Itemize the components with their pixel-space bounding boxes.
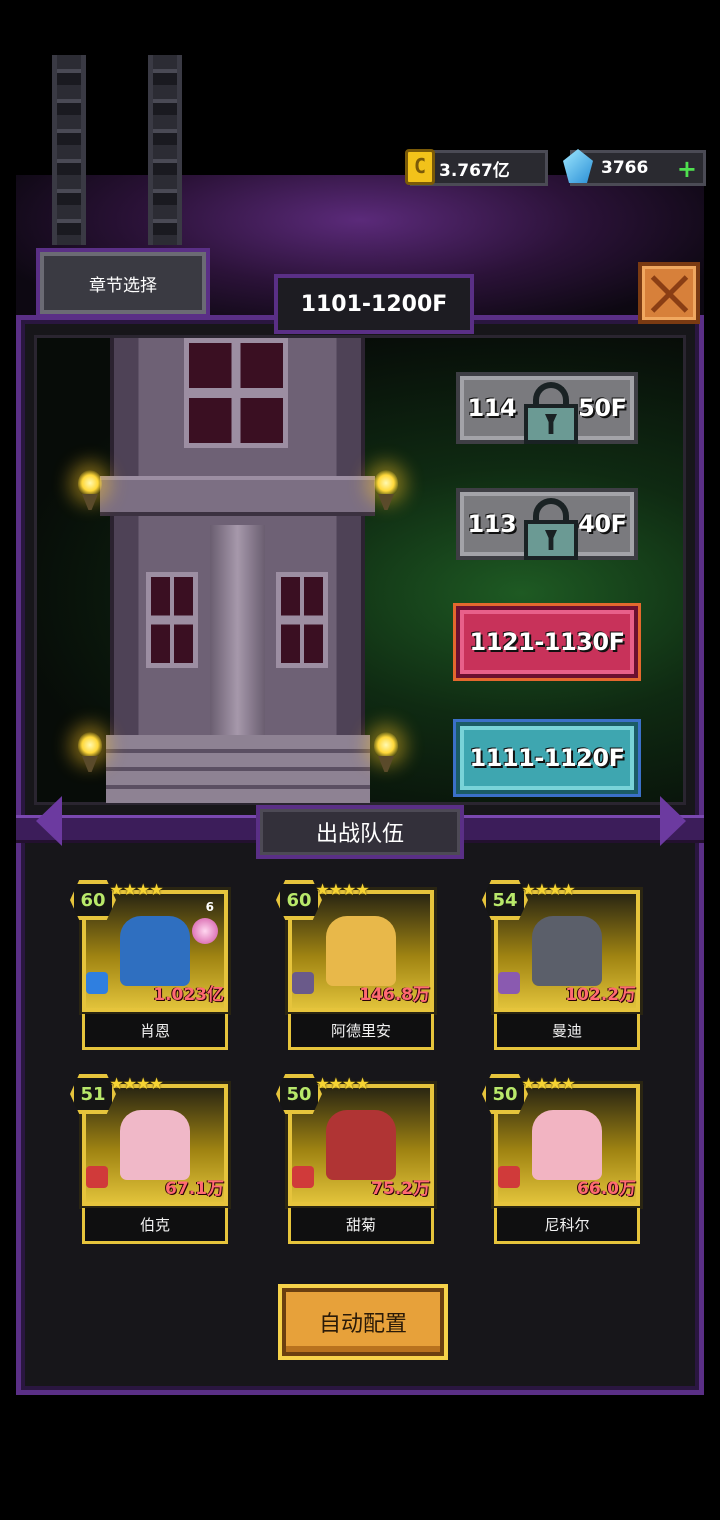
torch-icon [72,470,108,510]
hero-level: 50 [276,1074,322,1114]
hero-name: 甜菊 [288,1208,434,1244]
torch-icon [368,732,404,772]
tower-ledge [100,476,375,516]
hero-level: 54 [482,880,528,920]
tower-pillar [210,525,265,735]
lock-icon [524,498,578,560]
plus-icon[interactable]: + [677,155,697,183]
heart-icon [498,1166,520,1188]
sword-icon [498,972,520,994]
chain-left [52,55,86,245]
lock-icon [524,382,578,444]
floor-button-locked-1141[interactable]: 114 50F [456,372,638,444]
hero-power: 75.2万 [371,1179,430,1199]
hero-power: 102.2万 [565,985,636,1005]
gold-value: 3.767亿 [439,160,510,181]
hero-sprite [532,916,602,986]
hero-card[interactable]: ★★★★★ 60 146.8万 阿德里安 [276,878,434,1053]
close-icon[interactable] [638,262,700,324]
hero-card[interactable]: ★★★★★ 60 6 1.023亿 肖恩 [70,878,228,1053]
heart-icon [292,1166,314,1188]
team-title: 出战队伍 [256,805,464,859]
hero-name: 伯克 [82,1208,228,1244]
hero-level: 60 [70,880,116,920]
lightning-icon [86,972,108,994]
hero-sprite [326,1110,396,1180]
auto-config-button[interactable]: 自动配置 [282,1288,444,1356]
floor-label: 1111-1120F [469,744,625,772]
gold-counter: 3.767亿 [405,149,548,186]
hero-sprite [120,1110,190,1180]
hero-name: 尼科尔 [494,1208,640,1244]
floor-prefix: 114 [467,394,517,422]
floor-button-locked-1131[interactable]: 113 40F [456,488,638,560]
hero-level: 51 [70,1074,116,1114]
torch-icon [368,470,404,510]
hero-power: 1.023亿 [153,985,224,1005]
chain-right [148,55,182,245]
floor-button-cleared[interactable]: 1111-1120F [456,722,638,794]
gold-coin-icon [405,149,435,185]
hero-name: 阿德里安 [288,1014,434,1050]
floor-range-title: 1101-1200F [274,274,474,334]
floor-label: 1121-1130F [469,628,625,656]
badge-count: 6 [205,900,214,914]
hero-power: 66.0万 [577,1179,636,1199]
hero-name: 曼迪 [494,1014,640,1050]
floor-suffix: 40F [578,510,627,538]
hero-sprite [120,916,190,986]
floor-prefix: 113 [467,510,517,538]
weapon-badge-icon [192,918,218,944]
tower-steps [106,735,370,803]
hero-level: 60 [276,880,322,920]
chapter-select-button[interactable]: 章节选择 [36,248,210,318]
hero-power: 67.1万 [165,1179,224,1199]
hero-card[interactable]: ★★★★★ 50 66.0万 尼科尔 [482,1072,640,1247]
axe-icon [292,972,314,994]
hero-power: 146.8万 [359,985,430,1005]
tower-window-top [184,338,288,448]
hero-level: 50 [482,1074,528,1114]
gem-value: 3766 [601,158,649,178]
torch-icon [72,732,108,772]
hero-card[interactable]: ★★★★★ 51 67.1万 伯克 [70,1072,228,1247]
heart-icon [86,1166,108,1188]
floor-suffix: 50F [578,394,627,422]
tower-window-left [146,572,198,668]
floor-button-current[interactable]: 1121-1130F [456,606,638,678]
hero-card[interactable]: ★★★★★ 50 75.2万 甜菊 [276,1072,434,1247]
hero-sprite [326,916,396,986]
tower-window-right [276,572,328,668]
hero-card[interactable]: ★★★★★ 54 102.2万 曼迪 [482,878,640,1053]
hero-name: 肖恩 [82,1014,228,1050]
hero-sprite [532,1110,602,1180]
gem-counter: 3766 + [563,149,706,186]
